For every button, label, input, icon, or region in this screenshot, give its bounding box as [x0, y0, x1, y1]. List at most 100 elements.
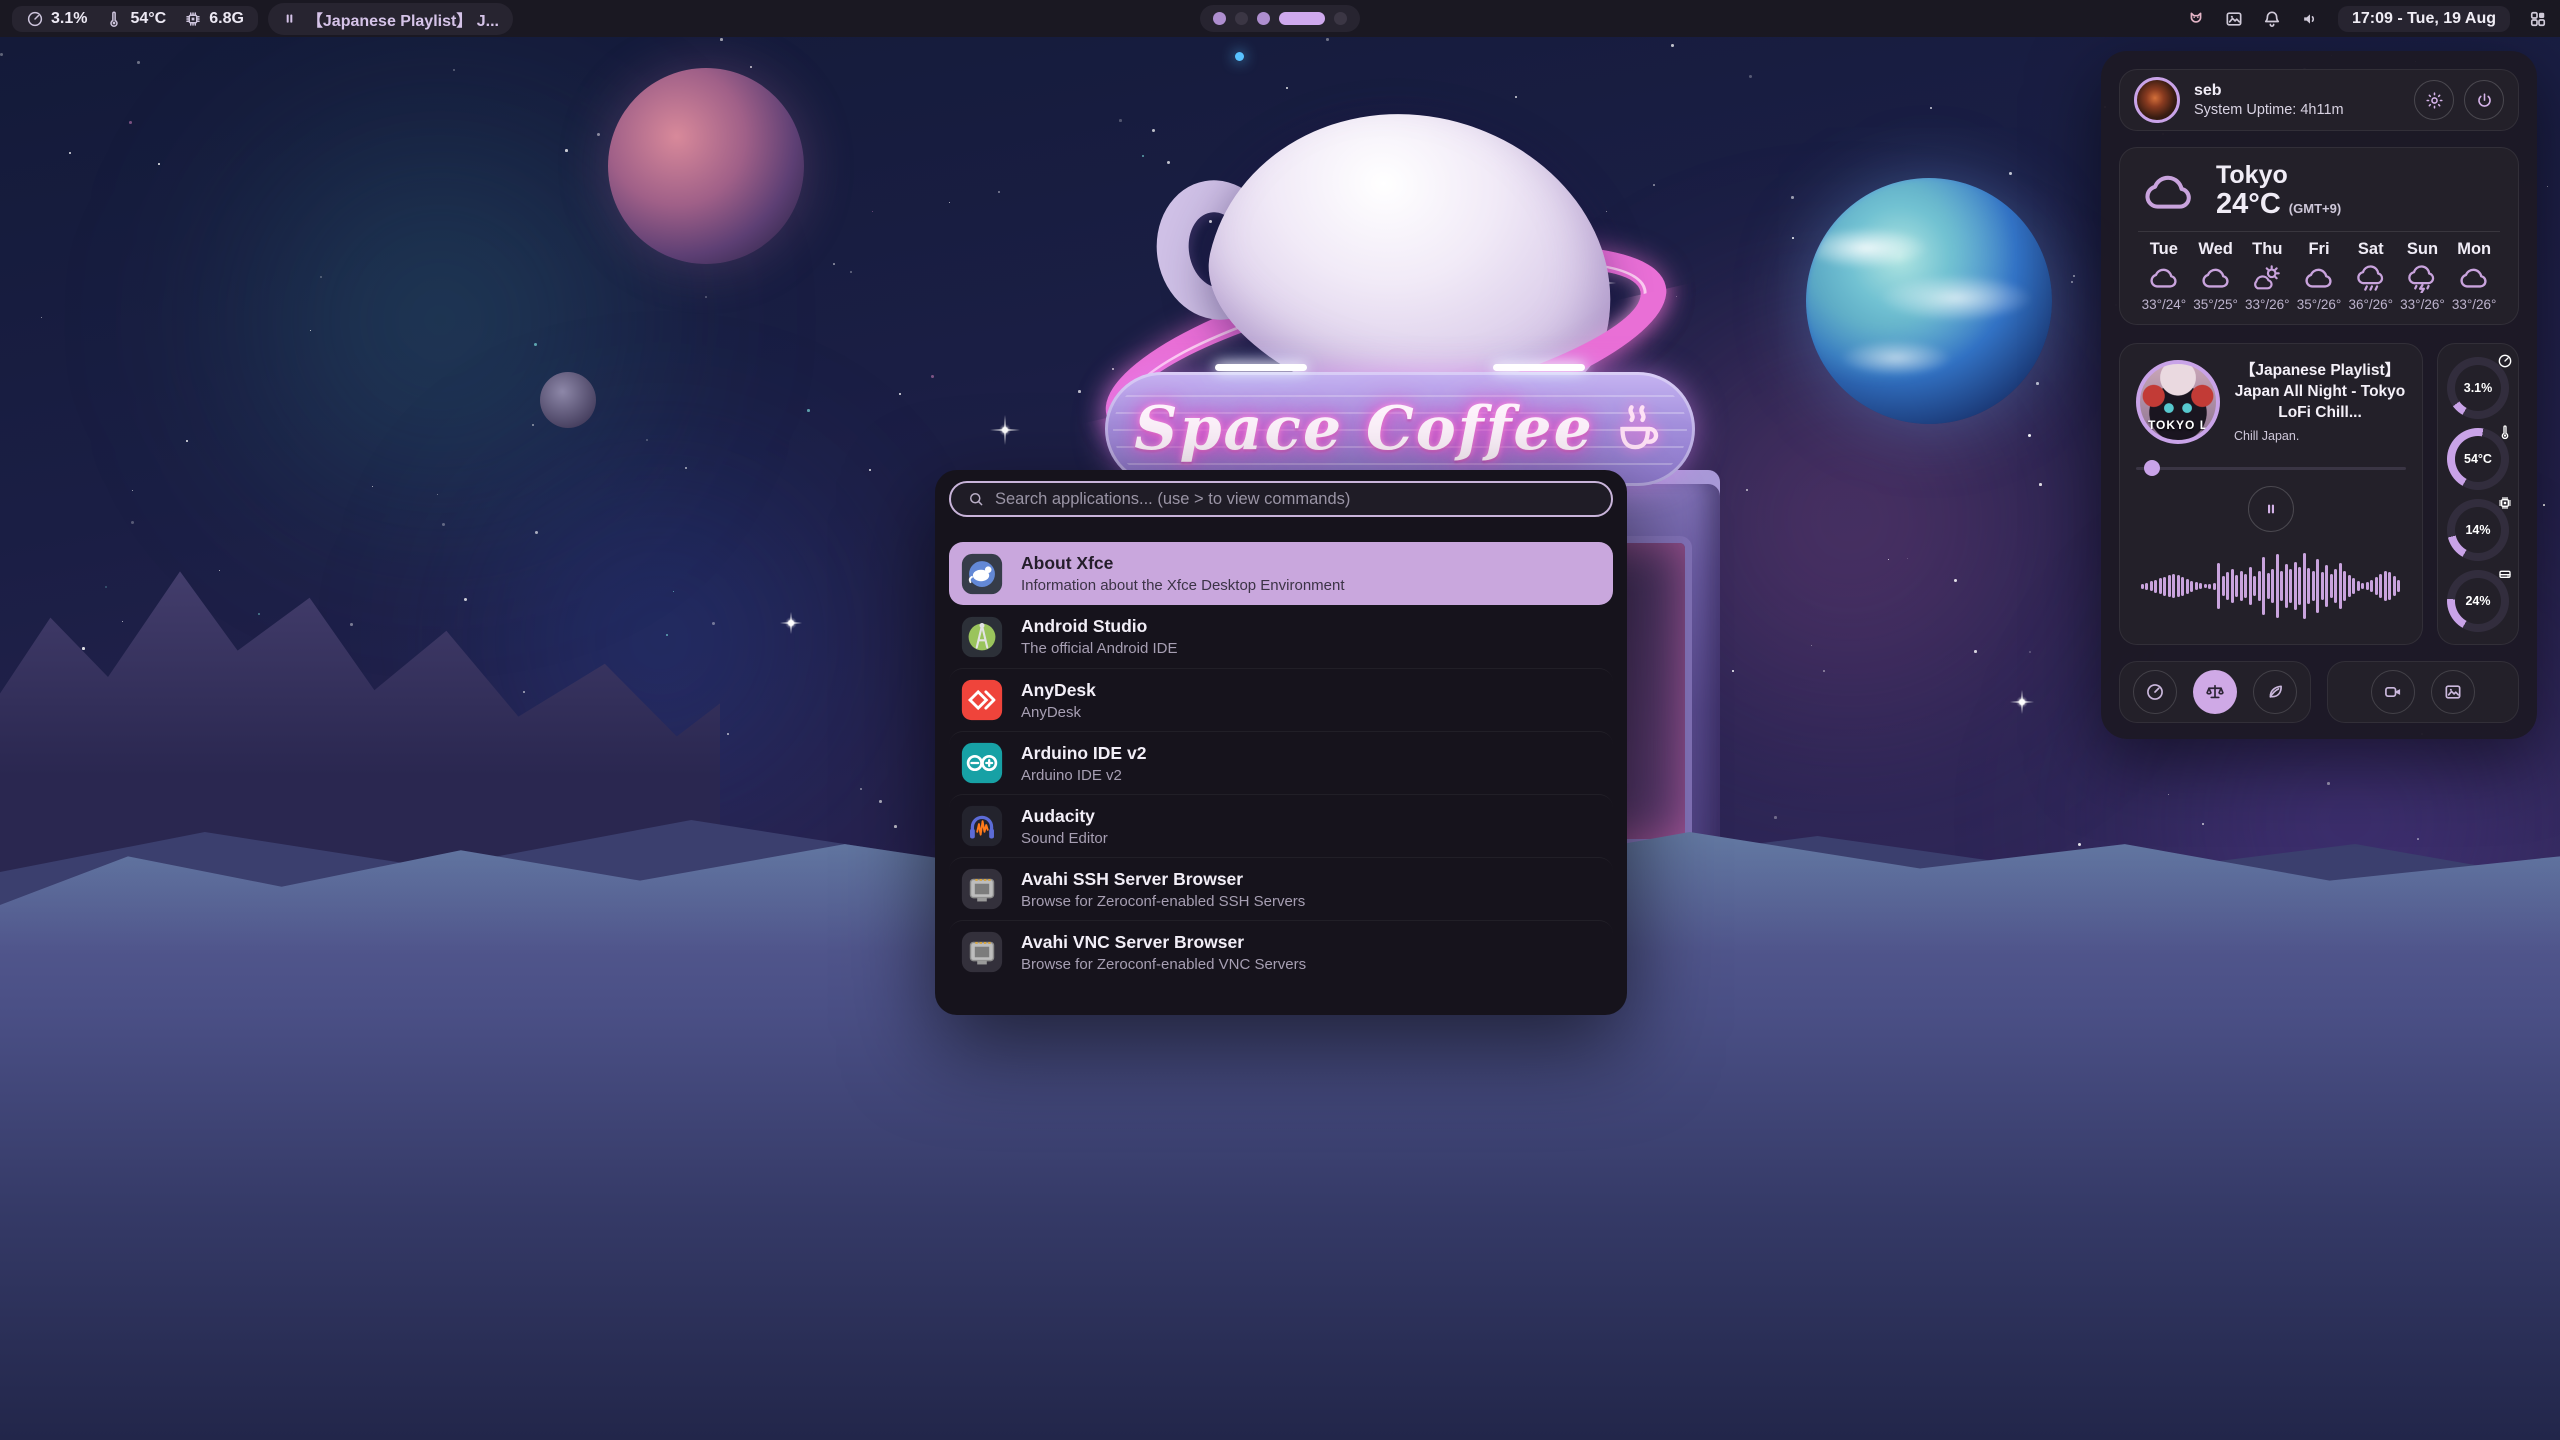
cloud-icon: [2302, 263, 2336, 293]
progress-thumb[interactable]: [2144, 460, 2160, 476]
launcher-app-item[interactable]: Avahi VNC Server Browser Browse for Zero…: [949, 920, 1613, 983]
system-stats-pill[interactable]: 3.1% 54°C 6.8G: [12, 6, 258, 32]
storm-cloud-icon: [2405, 263, 2439, 293]
track-progress-slider[interactable]: [2136, 460, 2406, 476]
network-icon: [959, 866, 1005, 912]
workspace-dot-empty[interactable]: [1334, 12, 1347, 25]
notifications-bell-icon[interactable]: [2262, 9, 2282, 29]
album-art-caption: TOKYO L: [2140, 418, 2216, 432]
workspace-dot-empty[interactable]: [1235, 12, 1248, 25]
app-description: Browse for Zeroconf-enabled SSH Servers: [1021, 893, 1305, 910]
memory-value: 6.8G: [209, 10, 244, 28]
leaf-icon: [2265, 682, 2285, 702]
settings-button[interactable]: [2414, 80, 2454, 120]
forecast-day: Mon 33°/26°: [2448, 240, 2500, 312]
volume-icon[interactable]: [2300, 9, 2320, 29]
launcher-app-item[interactable]: Avahi SSH Server Browser Browse for Zero…: [949, 857, 1613, 920]
thermometer-icon: [105, 10, 123, 28]
forecast-temps: 35°/26°: [2297, 297, 2342, 312]
forecast-day-label: Mon: [2457, 240, 2491, 259]
app-grid-icon[interactable]: [2528, 9, 2548, 29]
quick-settings-left: [2119, 661, 2311, 723]
search-input[interactable]: [995, 490, 1595, 509]
forecast-day-label: Sat: [2358, 240, 2384, 259]
forecast-day-label: Wed: [2198, 240, 2233, 259]
gear-icon: [2425, 91, 2444, 110]
cloud-icon: [2199, 263, 2233, 293]
xfce-icon: [959, 551, 1005, 597]
app-description: Arduino IDE v2: [1021, 767, 1146, 784]
media-pill[interactable]: 【Japanese Playlist】 J...: [268, 3, 513, 35]
app-title: About Xfce: [1021, 553, 1345, 574]
weather-city: Tokyo: [2216, 162, 2341, 188]
sun-cloud-icon: [2250, 263, 2284, 293]
system-gauge: 24%: [2447, 570, 2509, 632]
app-description: Information about the Xfce Desktop Envir…: [1021, 577, 1345, 594]
cpu-stat: 3.1%: [26, 10, 87, 28]
app-description: Browse for Zeroconf-enabled VNC Servers: [1021, 956, 1306, 973]
gauge-icon: [26, 10, 44, 28]
weather-forecast: Tue 33°/24° Wed 35°/25° Thu 33°/26° Fri …: [2138, 240, 2500, 312]
media-pill-label: 【Japanese Playlist】 J...: [307, 7, 499, 31]
app-title: Avahi SSH Server Browser: [1021, 869, 1305, 890]
launcher-app-item[interactable]: Android Studio The official Android IDE: [949, 605, 1613, 668]
pause-icon: [2263, 501, 2279, 517]
picture-button[interactable]: [2431, 670, 2475, 714]
avatar: [2134, 77, 2180, 123]
chip-icon: [184, 10, 202, 28]
system-gauge: 14%: [2447, 499, 2509, 561]
scales-icon: [2205, 682, 2225, 702]
scales-button[interactable]: [2193, 670, 2237, 714]
workspace-dot-occupied[interactable]: [1213, 12, 1226, 25]
leaf-button[interactable]: [2253, 670, 2297, 714]
camera-button[interactable]: [2371, 670, 2415, 714]
power-icon: [2475, 91, 2494, 110]
forecast-temps: 33°/26°: [2245, 297, 2290, 312]
clock[interactable]: 17:09 - Tue, 19 Aug: [2338, 6, 2510, 32]
small-moon: [540, 372, 596, 428]
forecast-day: Sat 36°/26°: [2345, 240, 2397, 312]
app-launcher: About Xfce Information about the Xfce De…: [935, 470, 1627, 1015]
pet-icon[interactable]: [2186, 9, 2206, 29]
app-title: Avahi VNC Server Browser: [1021, 932, 1306, 953]
control-center-panel: seb System Uptime: 4h11m Tokyo 24°C (GMT…: [2101, 51, 2537, 739]
launcher-app-item[interactable]: Audacity Sound Editor: [949, 794, 1613, 857]
coffee-cup-icon: [1608, 400, 1666, 458]
top-panel: 3.1% 54°C 6.8G 【Japanese Playlist】 J... …: [0, 0, 2560, 37]
gauge-button[interactable]: [2133, 670, 2177, 714]
power-button[interactable]: [2464, 80, 2504, 120]
wallpaper-icon[interactable]: [2224, 9, 2244, 29]
launcher-app-item[interactable]: About Xfce Information about the Xfce De…: [949, 542, 1613, 605]
forecast-temps: 33°/26°: [2452, 297, 2497, 312]
forecast-day: Wed 35°/25°: [2190, 240, 2242, 312]
search-bar[interactable]: [949, 481, 1613, 517]
forecast-day-label: Tue: [2150, 240, 2178, 259]
user-card: seb System Uptime: 4h11m: [2119, 69, 2519, 131]
disk-icon: [2497, 566, 2513, 582]
thermometer-icon: [2497, 424, 2513, 440]
workspace-indicator[interactable]: [1200, 5, 1360, 32]
anydesk-icon: [959, 677, 1005, 723]
play-pause-button[interactable]: [2248, 486, 2294, 532]
launcher-app-item[interactable]: AnyDesk AnyDesk: [949, 668, 1613, 731]
purple-planet: [608, 68, 804, 264]
pause-icon: [282, 11, 297, 26]
audacity-icon: [959, 803, 1005, 849]
workspace-dot-active[interactable]: [1279, 12, 1325, 25]
workspace-dot-occupied[interactable]: [1257, 12, 1270, 25]
forecast-day: Tue 33°/24°: [2138, 240, 2190, 312]
app-description: Sound Editor: [1021, 830, 1108, 847]
system-uptime: System Uptime: 4h11m: [2194, 102, 2344, 118]
forecast-day: Fri 35°/26°: [2293, 240, 2345, 312]
forecast-temps: 33°/26°: [2400, 297, 2445, 312]
track-title: 【Japanese Playlist】 Japan All Night - To…: [2234, 361, 2406, 424]
app-title: Android Studio: [1021, 616, 1177, 637]
quick-settings-right: [2327, 661, 2519, 723]
forecast-day-label: Fri: [2308, 240, 2329, 259]
forecast-temps: 36°/26°: [2348, 297, 2393, 312]
launcher-app-item[interactable]: Arduino IDE v2 Arduino IDE v2: [949, 731, 1613, 794]
gauge-icon: [2145, 682, 2165, 702]
memory-stat: 6.8G: [184, 10, 244, 28]
track-subtitle: Chill Japan.: [2234, 429, 2406, 443]
sign-text: Space Coffee: [1134, 394, 1594, 464]
